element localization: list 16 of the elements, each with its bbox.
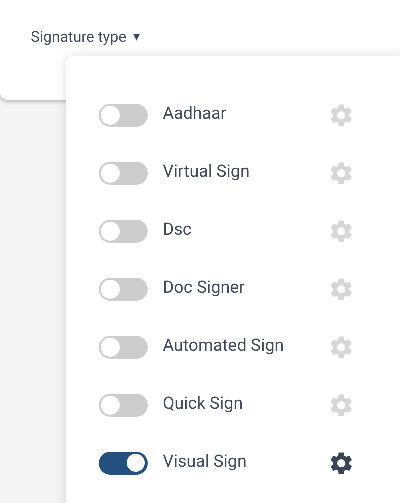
signature-type-label: Doc Signer	[163, 277, 246, 300]
toggle-switch[interactable]	[99, 278, 148, 300]
signature-type-dropdown[interactable]: Signature type ▾	[31, 26, 141, 48]
toggle-switch[interactable]	[99, 220, 148, 242]
signature-type-label: Quick Sign	[163, 393, 244, 416]
signature-type-label: Aadhaar	[163, 103, 228, 126]
toggle-switch[interactable]	[99, 452, 148, 474]
toggle-switch[interactable]	[99, 104, 148, 126]
settings-icon[interactable]	[328, 450, 355, 476]
signature-type-label: Dsc	[163, 219, 193, 242]
signature-type-label: Automated Sign	[163, 335, 286, 358]
toggle-switch[interactable]	[99, 336, 148, 358]
signature-type-label: Visual Sign	[163, 451, 248, 474]
toggle-switch[interactable]	[99, 162, 148, 184]
toggle-switch[interactable]	[99, 394, 148, 416]
signature-type-label: Virtual Sign	[163, 161, 251, 184]
